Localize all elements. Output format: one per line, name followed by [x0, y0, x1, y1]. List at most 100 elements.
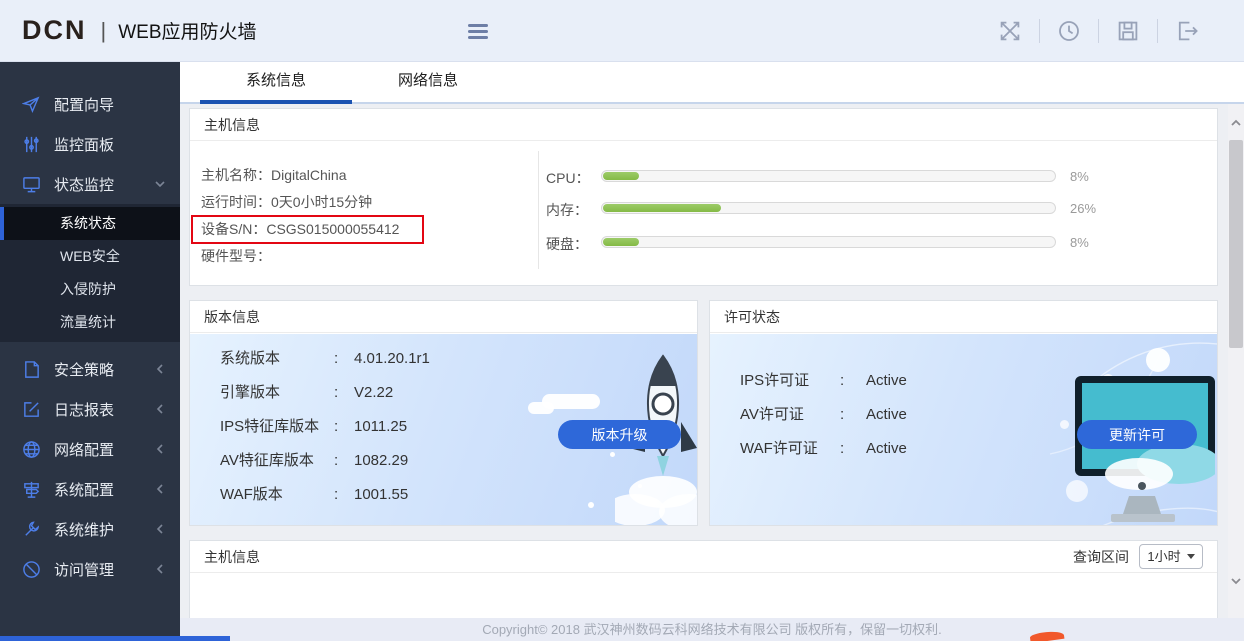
license-rows: IPS许可证:Active AV许可证:Active WAF许可证:Active: [740, 364, 907, 466]
header-divider: [1098, 19, 1099, 43]
monitor-icon: [22, 175, 41, 194]
cloud-shape: [528, 402, 554, 414]
license-status-panel: 许可状态 IPS许可证:Active AV许可证:A: [709, 300, 1218, 526]
fullscreen-icon[interactable]: [998, 19, 1022, 43]
save-icon[interactable]: [1116, 19, 1140, 43]
query-range-label: 查询区间: [1073, 541, 1129, 573]
header-divider: [1039, 19, 1040, 43]
sparkle-dot: [610, 452, 615, 457]
disk-percent: 8%: [1070, 235, 1089, 250]
sidebar-subitem-system-status[interactable]: 系统状态: [0, 207, 180, 240]
memory-progressbar: [601, 202, 1056, 214]
bottom-accent-bar: [0, 636, 230, 641]
query-range-select[interactable]: 1小时: [1139, 544, 1203, 569]
sliders-icon: [22, 135, 41, 154]
orange-illustration-fragment: [1030, 630, 1065, 641]
page-footer: Copyright© 2018 武汉神州数码云科网络技术有限公司 版权所有，保留…: [180, 618, 1244, 641]
sidebar-item-label: 配置向导: [54, 94, 114, 115]
sidebar-item-access-management[interactable]: 访问管理: [0, 549, 180, 589]
scrollbar-thumb[interactable]: [1229, 140, 1243, 348]
sidebar-item-network-config[interactable]: 网络配置: [0, 429, 180, 469]
top-header: DCN | WEB应用防火墙: [0, 0, 1244, 62]
chevron-left-icon: [154, 402, 166, 414]
sidebar-item-config-wizard[interactable]: 配置向导: [0, 84, 180, 124]
chevron-left-icon: [154, 362, 166, 374]
scroll-down-arrow[interactable]: [1228, 566, 1244, 596]
logo-divider: |: [101, 18, 107, 44]
app-window: DCN | WEB应用防火墙: [0, 0, 1244, 641]
sidebar-item-log-reports[interactable]: 日志报表: [0, 389, 180, 429]
host-name-row: 主机名称：DigitalChina: [201, 162, 399, 189]
paper-plane-icon: [22, 95, 41, 114]
ban-icon: [22, 560, 41, 579]
sidebar-item-label: 监控面板: [54, 134, 114, 155]
license-panel-body: IPS许可证:Active AV许可证:Active WAF许可证:Active…: [710, 334, 1217, 525]
serial-number-highlight-box: [191, 215, 424, 244]
sidebar-item-status-monitor[interactable]: 状态监控: [0, 164, 180, 204]
sidebar-item-label: 网络配置: [54, 439, 114, 460]
host-info-panel: 主机信息 主机名称：DigitalChina 运行时间：0天0小时15分钟 设备…: [189, 108, 1218, 286]
query-range-value: 1小时: [1147, 541, 1180, 573]
panel-title: 主机信息: [190, 109, 1217, 141]
edit-icon: [22, 400, 41, 419]
globe-icon: [22, 440, 41, 459]
version-row: 系统版本:4.01.20.1r1: [220, 342, 430, 376]
update-license-button[interactable]: 更新许可: [1077, 420, 1197, 449]
vertical-divider: [538, 151, 539, 269]
memory-percent: 26%: [1070, 201, 1096, 216]
tab-bar: 系统信息 网络信息: [180, 62, 1244, 104]
copyright-text: Copyright© 2018 武汉神州数码云科网络技术有限公司 版权所有，保留…: [482, 622, 942, 637]
panel-title: 版本信息: [190, 301, 697, 333]
wrench-icon: [22, 520, 41, 539]
sidebar-nav: 配置向导 监控面板 状态监控 系统状态 WEB安全 入侵防护 流量统计: [0, 62, 180, 641]
disk-progressbar: [601, 236, 1056, 248]
sidebar-subitem-web-security[interactable]: WEB安全: [0, 240, 180, 273]
version-row: WAF版本:1001.55: [220, 478, 430, 512]
license-row: IPS许可证:Active: [740, 364, 907, 398]
sidebar-item-label: 日志报表: [54, 399, 114, 420]
hardware-model-row: 硬件型号：: [201, 243, 399, 270]
version-panel-body: 系统版本:4.01.20.1r1 引擎版本:V2.22 IPS特征库版本:101…: [190, 334, 697, 525]
chevron-left-icon: [154, 522, 166, 534]
sidebar-item-label: 系统维护: [54, 519, 114, 540]
dcn-logo: DCN: [22, 15, 87, 46]
cpu-percent: 8%: [1070, 169, 1089, 184]
sidebar-item-label: 系统配置: [54, 479, 114, 500]
panel-title: 许可状态: [710, 301, 1217, 333]
license-row: WAF许可证:Active: [740, 432, 907, 466]
sidebar-item-dashboard[interactable]: 监控面板: [0, 124, 180, 164]
version-row: 引擎版本:V2.22: [220, 376, 430, 410]
status-monitor-submenu: 系统状态 WEB安全 入侵防护 流量统计: [0, 204, 180, 342]
monitor-illustration: [1069, 374, 1215, 525]
version-info-panel: 版本信息 系统版本:4.01.20.1r1 引擎版本:V2.22 I: [189, 300, 698, 526]
sidebar-subitem-traffic-stats[interactable]: 流量统计: [0, 306, 180, 339]
version-row: AV特征库版本:1082.29: [220, 444, 430, 478]
chevron-left-icon: [154, 562, 166, 574]
scroll-up-arrow[interactable]: [1228, 108, 1244, 138]
menu-toggle-icon[interactable]: [468, 24, 488, 39]
license-row: AV许可证:Active: [740, 398, 907, 432]
chevron-down-icon: [154, 177, 166, 189]
tab-system-info[interactable]: 系统信息: [200, 62, 352, 104]
uptime-row: 运行时间：0天0小时15分钟: [201, 189, 399, 216]
sidebar-item-label: 访问管理: [54, 559, 114, 580]
version-rows: 系统版本:4.01.20.1r1 引擎版本:V2.22 IPS特征库版本:101…: [220, 342, 430, 512]
app-title: WEB应用防火墙: [118, 17, 256, 44]
sparkle-dot: [588, 502, 594, 508]
version-upgrade-button[interactable]: 版本升级: [558, 420, 681, 449]
history-clock-icon[interactable]: [1057, 19, 1081, 43]
tab-network-info[interactable]: 网络信息: [352, 62, 504, 104]
sidebar-item-security-policy[interactable]: 安全策略: [0, 349, 180, 389]
version-row: IPS特征库版本:1011.25: [220, 410, 430, 444]
sidebar-subitem-intrusion-prevention[interactable]: 入侵防护: [0, 273, 180, 306]
panel-title: 主机信息: [204, 541, 260, 573]
signpost-icon: [22, 480, 41, 499]
logout-icon[interactable]: [1175, 19, 1199, 43]
chevron-left-icon: [154, 442, 166, 454]
cpu-progressbar: [601, 170, 1056, 182]
chevron-left-icon: [154, 482, 166, 494]
vertical-scrollbar[interactable]: [1228, 104, 1244, 618]
dropdown-caret-icon: [1187, 554, 1195, 559]
sidebar-item-system-config[interactable]: 系统配置: [0, 469, 180, 509]
sidebar-item-system-maintenance[interactable]: 系统维护: [0, 509, 180, 549]
